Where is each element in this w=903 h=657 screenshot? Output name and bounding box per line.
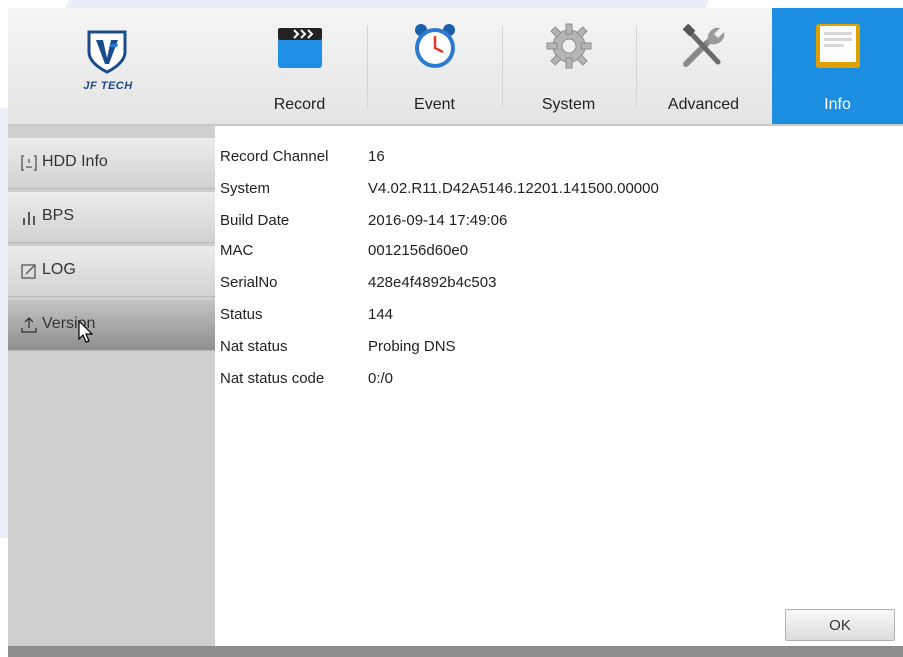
sidebar: HDD Info BPS LOG Version bbox=[8, 126, 215, 646]
info-value: 0012156d60e0 bbox=[368, 242, 469, 259]
tab-label: Event bbox=[414, 96, 455, 113]
tab-event[interactable]: Event bbox=[368, 8, 501, 124]
mouse-cursor-icon bbox=[78, 320, 94, 343]
tab-label: Record bbox=[273, 96, 326, 113]
info-value: 16 bbox=[368, 148, 385, 165]
sidebar-item-label: LOG bbox=[42, 261, 76, 278]
sidebar-item-log[interactable]: LOG bbox=[8, 246, 215, 297]
info-value: 428e4f4892b4c503 bbox=[368, 274, 497, 291]
info-key: Nat status code bbox=[220, 370, 325, 387]
bar-chart-icon bbox=[23, 212, 35, 225]
upload-icon bbox=[21, 317, 37, 333]
info-key: SerialNo bbox=[220, 274, 278, 291]
version-info-panel: Record Channel 16 System V4.02.R11.D42A5… bbox=[215, 126, 903, 646]
hdd-icon bbox=[21, 155, 37, 171]
info-value: V4.02.R11.D42A5146.12201.141500.00000 bbox=[368, 180, 659, 197]
tab-label: Info bbox=[824, 96, 851, 113]
info-value: Probing DNS bbox=[368, 338, 456, 355]
shield-logo-icon bbox=[87, 30, 127, 74]
sidebar-item-version[interactable]: Version bbox=[8, 300, 215, 351]
brand-logo-text: JF TECH bbox=[83, 80, 133, 92]
sidebar-item-label: HDD Info bbox=[42, 153, 108, 170]
tools-icon bbox=[682, 23, 725, 67]
tab-label: System bbox=[541, 96, 596, 113]
info-key: Build Date bbox=[220, 212, 290, 229]
info-key: Record Channel bbox=[220, 148, 329, 165]
sidebar-item-hdd-info[interactable]: HDD Info bbox=[8, 138, 215, 189]
info-key: Nat status bbox=[220, 338, 288, 355]
info-value: 0:/0 bbox=[368, 370, 394, 387]
tab-label: Advanced bbox=[667, 96, 740, 113]
sidebar-item-bps[interactable]: BPS bbox=[8, 192, 215, 243]
info-value: 2016-09-14 17:49:06 bbox=[368, 212, 508, 229]
info-key: Status bbox=[220, 306, 263, 323]
tab-advanced[interactable]: Advanced bbox=[637, 8, 770, 124]
brand-logo: JF TECH bbox=[8, 8, 208, 124]
info-key: System bbox=[220, 180, 271, 197]
tab-record[interactable]: Record bbox=[233, 8, 366, 124]
ok-button[interactable]: OK bbox=[785, 609, 895, 641]
log-icon bbox=[21, 264, 36, 279]
clapperboard-icon bbox=[278, 28, 322, 68]
alarm-clock-icon bbox=[415, 24, 455, 68]
top-toolbar: JF TECH Record Event System Advanced Inf… bbox=[8, 8, 903, 126]
tab-system[interactable]: System bbox=[502, 8, 635, 124]
dvr-window: JF TECH Record Event System Advanced Inf… bbox=[8, 8, 903, 657]
gear-icon bbox=[546, 23, 592, 69]
info-value: 144 bbox=[368, 306, 394, 323]
info-key: MAC bbox=[220, 242, 254, 259]
sidebar-item-label: BPS bbox=[42, 207, 75, 224]
tab-info[interactable]: Info bbox=[772, 8, 903, 124]
bottom-bar bbox=[8, 646, 903, 657]
document-icon bbox=[816, 24, 860, 68]
